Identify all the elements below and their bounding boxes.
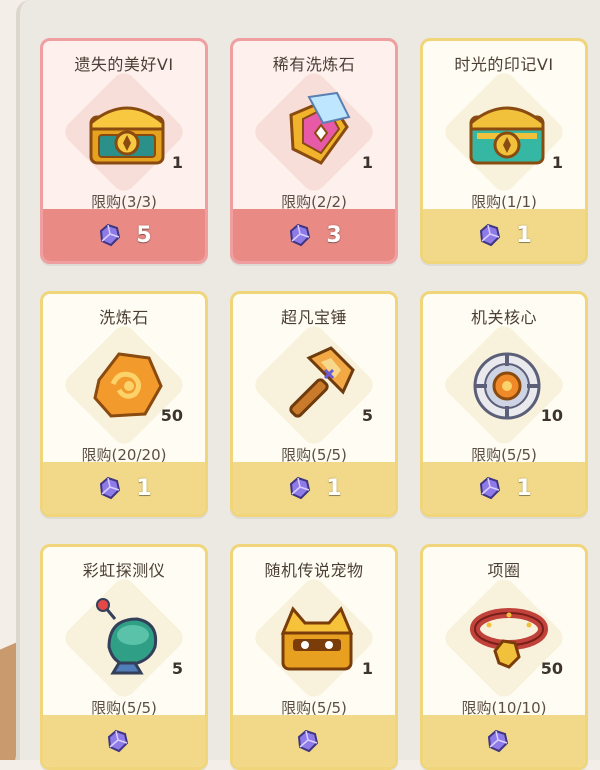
item-name: 洗炼石 bbox=[99, 308, 149, 327]
shop-item-card[interactable]: 机关核心 10 限购(5/5) 1 bbox=[420, 291, 588, 517]
item-name: 遗失的美好VI bbox=[74, 55, 174, 74]
item-count: 1 bbox=[361, 153, 373, 172]
shop-item-card[interactable]: 项圈 50 限购(10/10) bbox=[420, 544, 588, 770]
crystal-gem-icon bbox=[289, 91, 351, 165]
shop-item-card[interactable]: 稀有洗炼石 1 限购(2/2) 3 bbox=[230, 38, 398, 264]
item-count: 1 bbox=[361, 659, 373, 678]
shop-item-card[interactable]: 时光的印记VI 1 限购(1/1) 1 bbox=[420, 38, 588, 264]
purple-gem-icon bbox=[480, 223, 501, 247]
item-count: 5 bbox=[171, 659, 183, 678]
buy-button[interactable] bbox=[423, 715, 585, 767]
shop-item-card[interactable]: 超凡宝锤 5 限购(5/5) 1 bbox=[230, 291, 398, 517]
pet-chest-icon bbox=[280, 606, 354, 671]
buy-button[interactable]: 1 bbox=[423, 209, 585, 261]
teal-chest-icon bbox=[469, 106, 545, 165]
purple-gem-icon bbox=[480, 476, 501, 500]
shop-item-card[interactable]: 彩虹探测仪 5 限购(5/5) bbox=[40, 544, 208, 770]
item-price: 3 bbox=[326, 222, 342, 248]
purple-gem-icon bbox=[297, 729, 319, 753]
buy-button[interactable] bbox=[43, 715, 205, 767]
shop-item-card[interactable]: 洗炼石 50 限购(20/20) 1 bbox=[40, 291, 208, 517]
item-count: 1 bbox=[551, 153, 563, 172]
purple-gem-icon bbox=[290, 223, 311, 247]
rainbow-detector-icon bbox=[96, 598, 158, 675]
item-price: 1 bbox=[516, 222, 532, 248]
item-name: 时光的印记VI bbox=[454, 55, 554, 74]
item-name: 稀有洗炼石 bbox=[272, 55, 356, 74]
item-price: 5 bbox=[136, 222, 152, 248]
buy-button[interactable]: 1 bbox=[423, 462, 585, 514]
item-count: 10 bbox=[540, 406, 563, 425]
buy-button[interactable]: 1 bbox=[43, 462, 205, 514]
shop-item-card[interactable]: 随机传说宠物 1 限购(5/5) bbox=[230, 544, 398, 770]
item-name: 超凡宝锤 bbox=[280, 308, 347, 327]
shop-grid: 遗失的美好VI 1 限购(3/3) 5 稀有洗炼石 1 限购(2/2) 3 时光… bbox=[40, 38, 588, 770]
item-name: 随机传说宠物 bbox=[264, 561, 364, 580]
item-name: 机关核心 bbox=[470, 308, 537, 327]
item-count: 50 bbox=[540, 659, 563, 678]
buy-button[interactable]: 5 bbox=[43, 209, 205, 261]
item-price: 1 bbox=[136, 475, 152, 501]
purple-gem-icon bbox=[107, 729, 129, 753]
purple-gem-icon bbox=[100, 223, 121, 247]
purple-gem-icon bbox=[487, 729, 509, 753]
item-price: 1 bbox=[516, 475, 532, 501]
buy-button[interactable] bbox=[233, 715, 395, 767]
purple-gem-icon bbox=[290, 476, 311, 500]
buy-button[interactable]: 1 bbox=[233, 462, 395, 514]
hammer-icon bbox=[289, 346, 355, 418]
shop-item-card[interactable]: 遗失的美好VI 1 限购(3/3) 5 bbox=[40, 38, 208, 264]
buy-button[interactable]: 3 bbox=[233, 209, 395, 261]
item-count: 5 bbox=[361, 406, 373, 425]
item-count: 50 bbox=[160, 406, 183, 425]
purple-gem-icon bbox=[100, 476, 121, 500]
item-name: 彩虹探测仪 bbox=[82, 561, 166, 580]
golden-chest-icon bbox=[89, 106, 165, 165]
item-name: 项圈 bbox=[487, 561, 521, 580]
item-price: 1 bbox=[326, 475, 342, 501]
item-count: 1 bbox=[171, 153, 183, 172]
